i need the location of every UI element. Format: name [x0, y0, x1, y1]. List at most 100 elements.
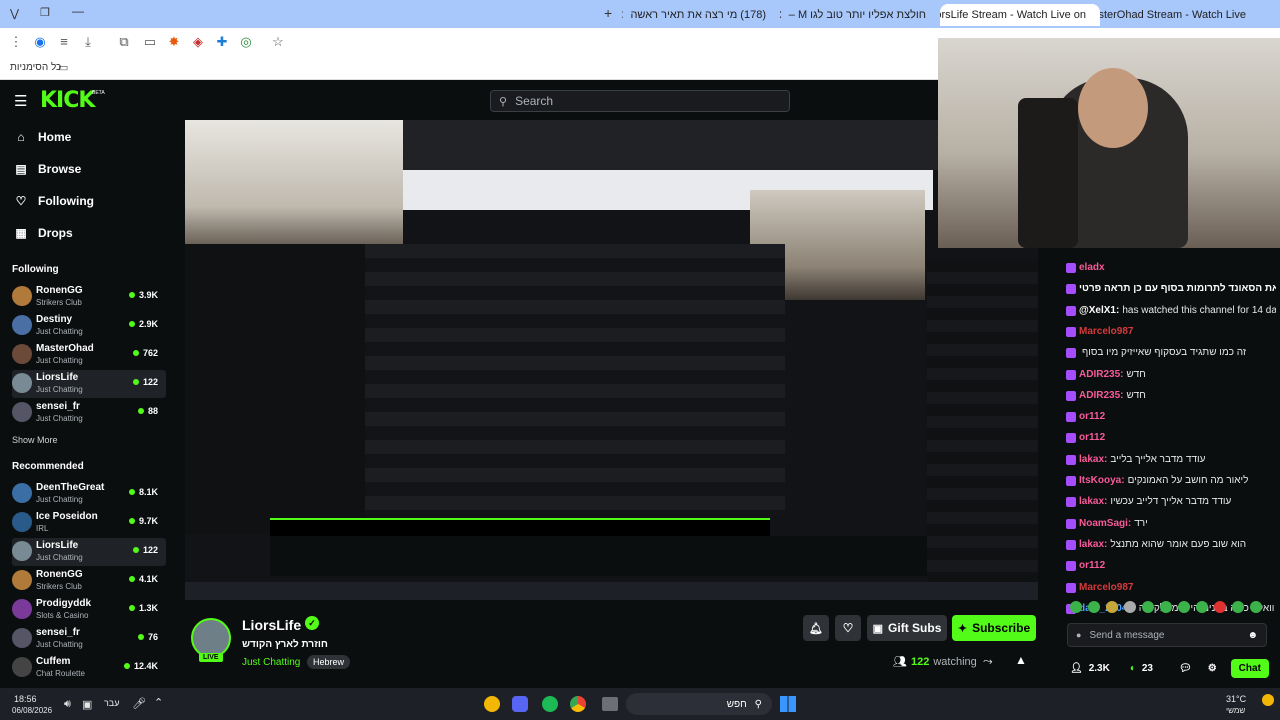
language-indicator[interactable]: עבר: [104, 698, 119, 708]
discord-icon[interactable]: [512, 696, 528, 712]
tab-1[interactable]: LiorsLife Stream - Watch Live on ✕: [940, 4, 1100, 26]
tune-icon[interactable]: ≡: [56, 34, 72, 50]
new-tab-icon[interactable]: +: [604, 5, 612, 21]
emote-icon[interactable]: [1214, 601, 1226, 613]
chat-username[interactable]: lakax:: [1079, 454, 1107, 466]
recommended-channel-item[interactable]: Prodigyddk Slots & Casino 1.3K: [12, 596, 166, 624]
windows-start-icon[interactable]: [780, 696, 796, 712]
nav-following[interactable]: ♡ Following: [14, 194, 94, 208]
recommended-channel-item[interactable]: RonenGG Strikers Club 4.1K: [12, 567, 166, 595]
volume-icon[interactable]: 🔊︎: [64, 698, 71, 711]
minimize-icon[interactable]: —: [72, 4, 84, 18]
emote-icon[interactable]: [1178, 601, 1190, 613]
taskbar-search[interactable]: חפש ⚲: [626, 693, 772, 715]
chat-username[interactable]: lakax:: [1079, 496, 1107, 508]
share-icon[interactable]: ⤳: [983, 654, 993, 669]
following-channel-item[interactable]: MasterOhad Just Chatting 762: [12, 341, 166, 369]
tab-0[interactable]: MasterOhad Stream - Watch Live ✕: [1100, 4, 1260, 26]
emote-icon[interactable]: [1070, 601, 1082, 613]
chat-username[interactable]: @XelX1:: [1079, 305, 1119, 317]
extension-icon[interactable]: ◉: [32, 34, 48, 50]
extensions-puzzle-icon[interactable]: ⧉: [116, 34, 132, 50]
chat-username[interactable]: eladx: [1079, 262, 1105, 274]
chat-username[interactable]: ADIR235:: [1079, 390, 1123, 402]
file-explorer-icon[interactable]: [602, 697, 618, 711]
nested-taskbar: [185, 582, 1038, 600]
follow-heart-button[interactable]: ♡: [835, 615, 861, 641]
nav-browse[interactable]: ▤ Browse: [14, 162, 81, 176]
emote-icon[interactable]: [1106, 601, 1118, 613]
emote-icon[interactable]: [1142, 601, 1154, 613]
emote-icon[interactable]: [1160, 601, 1172, 613]
recommended-channel-item[interactable]: LiorsLife Just Chatting 122: [12, 538, 166, 566]
recommended-channel-item[interactable]: Ice Poseidon IRL 9.7K: [12, 509, 166, 537]
nav-drops[interactable]: ▦ Drops: [14, 226, 72, 240]
chat-username[interactable]: Marcelo987: [1079, 582, 1133, 594]
following-channel-item[interactable]: LiorsLife Just Chatting 122: [12, 370, 166, 398]
clock-date[interactable]: 06/08/2026: [12, 706, 52, 715]
channel-name[interactable]: LiorsLife: [242, 617, 301, 633]
recommended-channel-item[interactable]: DeenTheGreat Just Chatting 8.1K: [12, 480, 166, 508]
bookmark-star-icon[interactable]: ☆: [270, 34, 286, 50]
emote-icon[interactable]: [1088, 601, 1100, 613]
emoji-icon[interactable]: ☻: [1247, 630, 1258, 641]
following-channel-item[interactable]: sensei_fr Just Chatting 88: [12, 399, 166, 427]
window-menu-icon[interactable]: ⋁: [10, 7, 19, 20]
recommended-channel-item[interactable]: Cuffem Chat Roulette 12.4K: [12, 654, 166, 682]
kick-logo[interactable]: KICK: [40, 88, 95, 113]
emote-icon[interactable]: [1232, 601, 1244, 613]
nav-home[interactable]: ⌂ Home: [14, 130, 71, 144]
settings-gear-icon[interactable]: ⚙: [1208, 663, 1217, 674]
chat-username[interactable]: or112: [1079, 560, 1105, 572]
category-link[interactable]: Just Chatting: [242, 657, 300, 668]
close-icon[interactable]: ✕: [780, 8, 783, 22]
chat-bubble-icon[interactable]: 💬︎: [1179, 663, 1192, 674]
emote-icon[interactable]: [1124, 601, 1136, 613]
chat-input[interactable]: ● Send a message ☻: [1067, 623, 1267, 647]
extension-green-icon[interactable]: ◎: [238, 34, 254, 50]
emote-icon[interactable]: [1250, 601, 1262, 613]
tag-hebrew[interactable]: Hebrew: [307, 655, 351, 669]
report-icon[interactable]: ▲: [1015, 653, 1027, 667]
chat-send-button[interactable]: Chat: [1230, 658, 1269, 678]
weather-temp[interactable]: 31°C: [1226, 694, 1246, 704]
more-menu-icon[interactable]: ⋮: [8, 34, 24, 50]
subscribe-button[interactable]: ✦ Subscribe: [952, 615, 1036, 641]
chat-username[interactable]: lakax:: [1079, 539, 1107, 551]
chat-username[interactable]: ADIR235:: [1079, 369, 1123, 381]
show-more-button[interactable]: Show More: [12, 435, 58, 445]
search-input[interactable]: ⚲ Search: [490, 90, 790, 112]
spotify-icon[interactable]: [542, 696, 558, 712]
recommended-channel-item[interactable]: sensei_fr Just Chatting 76: [12, 625, 166, 653]
chevron-up-icon[interactable]: ⌃: [154, 696, 163, 709]
extension-red-icon[interactable]: ◈: [190, 34, 206, 50]
chat-username[interactable]: or112: [1079, 432, 1105, 444]
extension-orange-icon[interactable]: ✸: [166, 34, 182, 50]
chat-username[interactable]: NoamSagi:: [1079, 518, 1131, 530]
download-icon[interactable]: ⤓: [80, 34, 96, 50]
restore-icon[interactable]: ❐: [40, 6, 50, 19]
notification-bell-button[interactable]: 🔔︎: [803, 615, 829, 641]
hamburger-menu-icon[interactable]: ☰: [14, 92, 27, 110]
chat-username[interactable]: Marcelo987: [1079, 326, 1133, 338]
extension-blue-icon[interactable]: ✚: [214, 34, 230, 50]
channel-avatar[interactable]: [191, 618, 231, 658]
app-icon[interactable]: [484, 696, 500, 712]
mic-icon[interactable]: 🎤︎: [132, 697, 146, 710]
following-channel-item[interactable]: Destiny Just Chatting 2.9K: [12, 312, 166, 340]
chat-username[interactable]: or112: [1079, 411, 1105, 423]
tab-2[interactable]: חולצת אפליו יותר טוב לגו M – ✕: [780, 4, 940, 26]
clock-time[interactable]: 18:56: [14, 694, 37, 704]
tab-3[interactable]: (178) מי רצה את תאיר ראשה ✕: [622, 4, 780, 26]
all-bookmarks-link[interactable]: כל הסימניות: [10, 62, 61, 73]
video-player[interactable]: [185, 120, 1038, 600]
chat-username[interactable]: אתה מחליף את הסאונד לתרומות בסוף עם כן ת…: [1079, 283, 1276, 295]
close-icon[interactable]: ✕: [622, 8, 624, 22]
following-channel-item[interactable]: RonenGG Strikers Club 3.9K: [12, 283, 166, 311]
chat-username[interactable]: ItsKooya:: [1079, 475, 1125, 487]
gift-subs-button[interactable]: ▣ Gift Subs: [867, 615, 947, 641]
chrome-icon[interactable]: [570, 696, 586, 712]
emote-icon[interactable]: [1196, 601, 1208, 613]
display-icon[interactable]: ▣: [82, 698, 92, 711]
cast-icon[interactable]: ▭: [142, 34, 158, 50]
